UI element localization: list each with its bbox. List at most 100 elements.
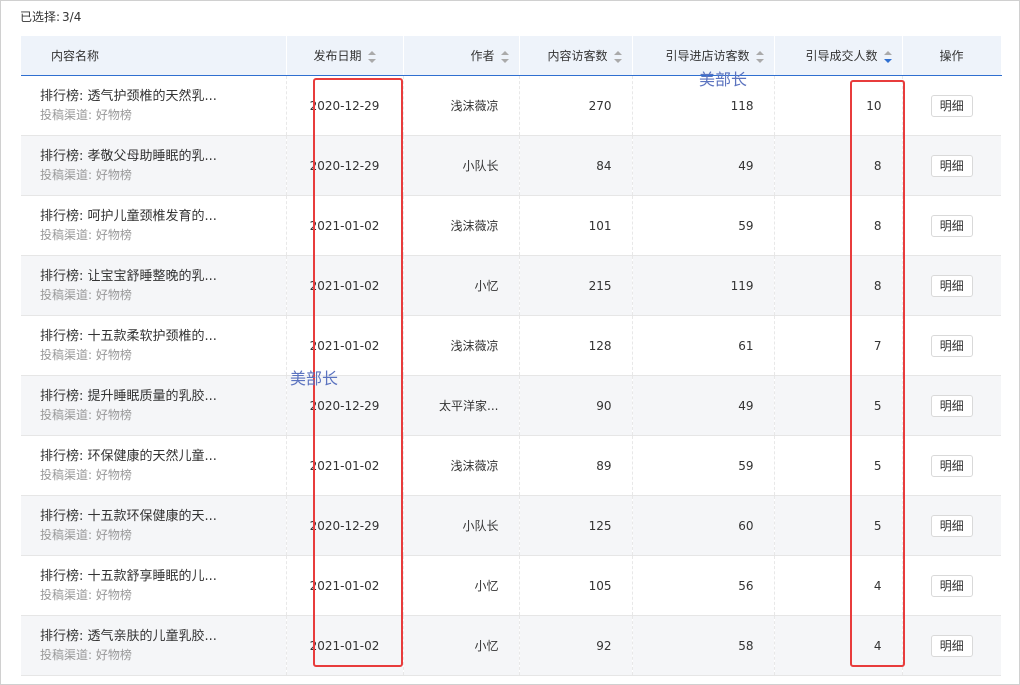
sort-icon[interactable] <box>755 50 764 63</box>
cell-action: 明细 <box>902 255 1001 316</box>
column-header-date[interactable]: 发布日期 <box>286 36 404 76</box>
cell-name: 排行榜: 让宝宝舒睡整晚的乳... 投稿渠道: 好物榜 <box>21 255 287 316</box>
cell-name: 排行榜: 孝敬父母助睡眠的乳... 投稿渠道: 好物榜 <box>21 135 287 196</box>
cell-visitors: 128 <box>519 315 633 376</box>
sort-icon[interactable] <box>613 50 622 63</box>
selection-count: 已选择: 3/4 <box>20 8 83 25</box>
cell-action: 明细 <box>902 135 1001 196</box>
detail-button[interactable]: 明细 <box>930 334 973 357</box>
cell-visitors: 92 <box>519 615 633 676</box>
column-label-deals: 引导成交人数 <box>805 49 878 63</box>
cell-action: 明细 <box>902 375 1001 436</box>
content-channel: 投稿渠道: 好物榜 <box>40 587 132 602</box>
highlight-box-deals-column <box>850 80 905 667</box>
content-title[interactable]: 排行榜: 让宝宝舒睡整晚的乳... <box>40 268 276 286</box>
cell-visitors: 125 <box>519 495 633 556</box>
cell-author: 浅沫薇凉 <box>403 435 520 496</box>
cell-name: 排行榜: 透气护颈椎的天然乳... 投稿渠道: 好物榜 <box>21 75 287 136</box>
cell-author: 小队长 <box>403 135 520 196</box>
detail-button[interactable]: 明细 <box>930 634 973 657</box>
cell-action: 明细 <box>902 435 1001 496</box>
selection-value: 3/4 <box>62 10 82 24</box>
column-label-store-visitors: 引导进店访客数 <box>665 49 750 63</box>
sort-icon[interactable] <box>500 50 509 63</box>
selection-label: 已选择: <box>20 10 61 24</box>
content-channel: 投稿渠道: 好物榜 <box>40 287 132 302</box>
cell-store-visitors: 61 <box>632 315 775 376</box>
column-label-author: 作者 <box>470 49 495 63</box>
cell-author: 小忆 <box>403 555 520 616</box>
detail-button[interactable]: 明细 <box>930 274 973 297</box>
cell-name: 排行榜: 透气亲肤的儿童乳胶... 投稿渠道: 好物榜 <box>21 615 287 676</box>
content-title[interactable]: 排行榜: 环保健康的天然儿童... <box>40 448 276 466</box>
cell-action: 明细 <box>902 315 1001 376</box>
content-channel: 投稿渠道: 好物榜 <box>40 527 132 542</box>
cell-visitors: 101 <box>519 195 633 256</box>
cell-action: 明细 <box>902 615 1001 676</box>
cell-store-visitors: 59 <box>632 435 775 496</box>
column-header-visitors[interactable]: 内容访客数 <box>519 36 633 76</box>
column-label-date: 发布日期 <box>313 49 362 63</box>
cell-author: 浅沫薇凉 <box>403 315 520 376</box>
cell-name: 排行榜: 十五款环保健康的天... 投稿渠道: 好物榜 <box>21 495 287 556</box>
cell-name: 排行榜: 十五款舒享睡眠的儿... 投稿渠道: 好物榜 <box>21 555 287 616</box>
cell-author: 小忆 <box>403 255 520 316</box>
detail-button[interactable]: 明细 <box>930 574 973 597</box>
content-channel: 投稿渠道: 好物榜 <box>40 647 132 662</box>
cell-action: 明细 <box>902 75 1001 136</box>
table-header: 内容名称 发布日期 作者 内容访客数 引导进店访客数 引导成交人数 操作 <box>21 36 1002 76</box>
detail-button[interactable]: 明细 <box>930 454 973 477</box>
detail-button[interactable]: 明细 <box>930 94 973 117</box>
content-title[interactable]: 排行榜: 孝敬父母助睡眠的乳... <box>40 148 276 166</box>
content-channel: 投稿渠道: 好物榜 <box>40 347 132 362</box>
cell-name: 排行榜: 呵护儿童颈椎发育的... 投稿渠道: 好物榜 <box>21 195 287 256</box>
cell-author: 太平洋家... <box>403 375 520 436</box>
detail-button[interactable]: 明细 <box>930 154 973 177</box>
content-title[interactable]: 排行榜: 提升睡眠质量的乳胶... <box>40 388 276 406</box>
cell-store-visitors: 59 <box>632 195 775 256</box>
cell-author: 小忆 <box>403 615 520 676</box>
column-header-name: 内容名称 <box>21 36 287 76</box>
content-title[interactable]: 排行榜: 透气亲肤的儿童乳胶... <box>40 628 276 646</box>
detail-button[interactable]: 明细 <box>930 514 973 537</box>
cell-store-visitors: 56 <box>632 555 775 616</box>
column-header-action: 操作 <box>902 36 1002 76</box>
content-title[interactable]: 排行榜: 呵护儿童颈椎发育的... <box>40 208 276 226</box>
cell-visitors: 270 <box>519 75 633 136</box>
content-channel: 投稿渠道: 好物榜 <box>40 167 132 182</box>
cell-store-visitors: 119 <box>632 255 775 316</box>
cell-action: 明细 <box>902 495 1001 556</box>
cell-store-visitors: 49 <box>632 135 775 196</box>
cell-visitors: 84 <box>519 135 633 196</box>
content-channel: 投稿渠道: 好物榜 <box>40 227 132 242</box>
cell-visitors: 105 <box>519 555 633 616</box>
cell-author: 小队长 <box>403 495 520 556</box>
column-header-author[interactable]: 作者 <box>403 36 520 76</box>
cell-store-visitors: 49 <box>632 375 775 436</box>
sort-desc-icon[interactable] <box>883 50 892 63</box>
cell-store-visitors: 60 <box>632 495 775 556</box>
cell-name: 排行榜: 环保健康的天然儿童... 投稿渠道: 好物榜 <box>21 435 287 496</box>
cell-visitors: 89 <box>519 435 633 496</box>
column-header-deals[interactable]: 引导成交人数 <box>774 36 903 76</box>
detail-button[interactable]: 明细 <box>930 394 973 417</box>
cell-visitors: 215 <box>519 255 633 316</box>
cell-name: 排行榜: 十五款柔软护颈椎的... 投稿渠道: 好物榜 <box>21 315 287 376</box>
content-title[interactable]: 排行榜: 透气护颈椎的天然乳... <box>40 88 276 106</box>
content-title[interactable]: 排行榜: 十五款柔软护颈椎的... <box>40 328 276 346</box>
cell-visitors: 90 <box>519 375 633 436</box>
cell-action: 明细 <box>902 195 1001 256</box>
sort-icon[interactable] <box>367 50 376 63</box>
watermark-text: 美部长 <box>290 369 339 388</box>
watermark-text: 美部长 <box>699 70 748 89</box>
cell-author: 浅沫薇凉 <box>403 75 520 136</box>
detail-button[interactable]: 明细 <box>930 214 973 237</box>
content-title[interactable]: 排行榜: 十五款舒享睡眠的儿... <box>40 568 276 586</box>
column-label-visitors: 内容访客数 <box>547 49 608 63</box>
content-channel: 投稿渠道: 好物榜 <box>40 407 132 422</box>
cell-store-visitors: 58 <box>632 615 775 676</box>
cell-name: 排行榜: 提升睡眠质量的乳胶... 投稿渠道: 好物榜 <box>21 375 287 436</box>
cell-action: 明细 <box>902 555 1001 616</box>
cell-author: 浅沫薇凉 <box>403 195 520 256</box>
content-title[interactable]: 排行榜: 十五款环保健康的天... <box>40 508 276 526</box>
